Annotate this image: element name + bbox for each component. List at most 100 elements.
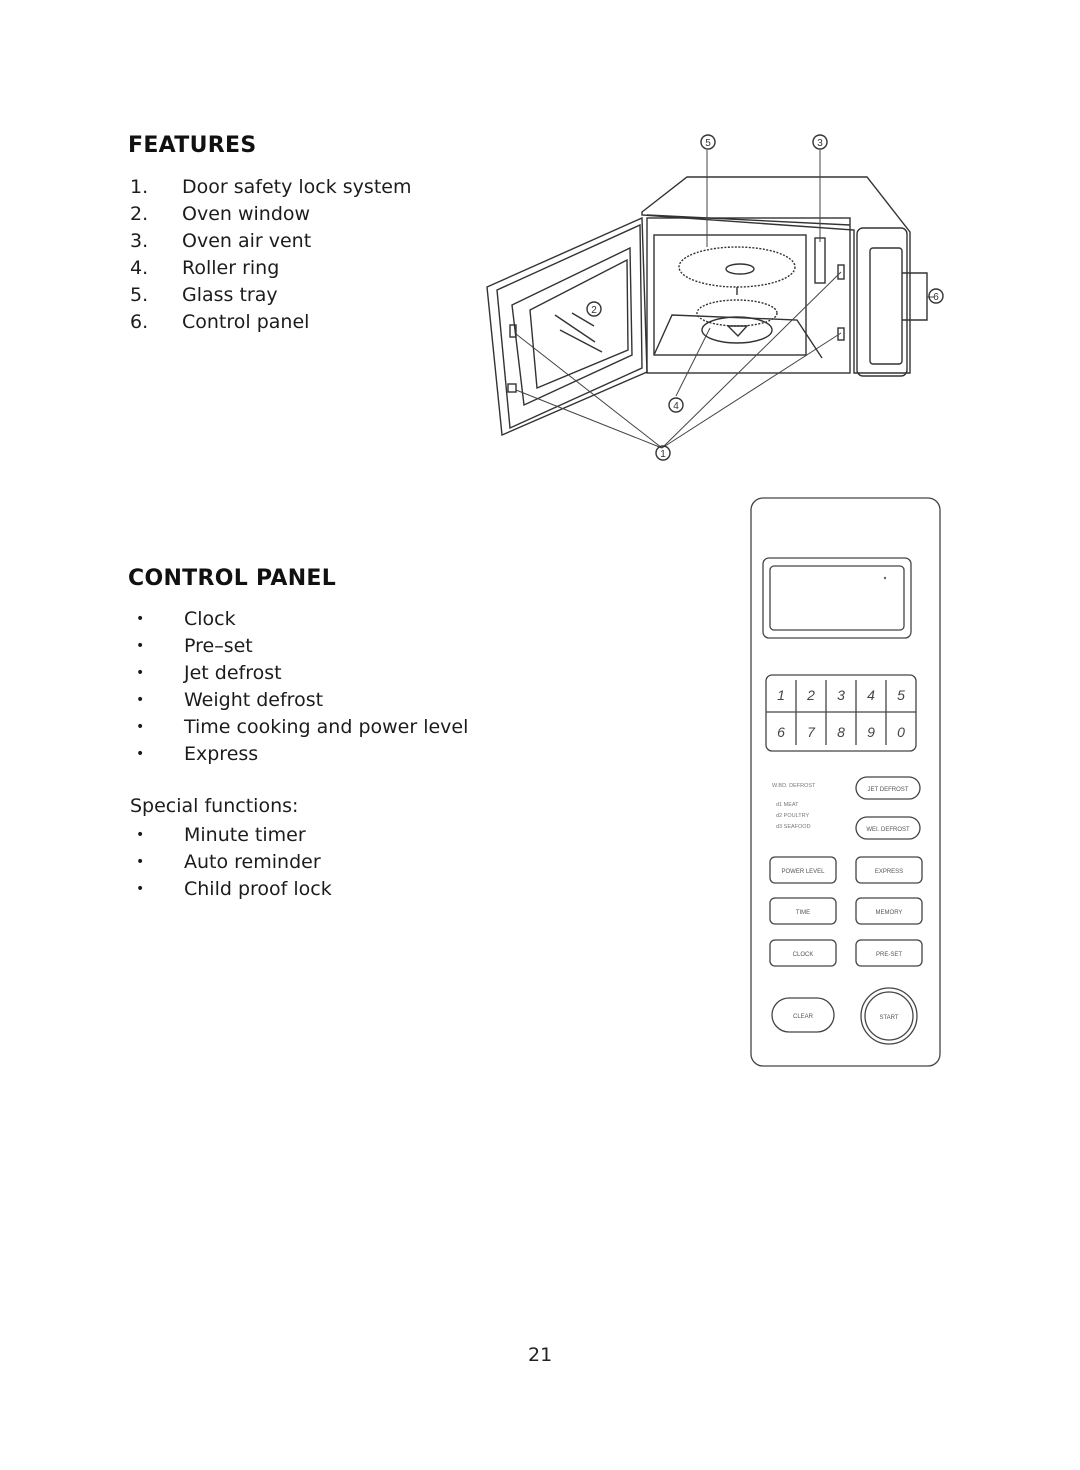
- display-screen: [769, 565, 905, 631]
- svg-text:CLEAR: CLEAR: [793, 1014, 814, 1020]
- feature-label: Oven air vent: [182, 230, 312, 252]
- control-label: Time cooking and power level: [184, 716, 469, 738]
- keypad-key-8: 8: [837, 724, 845, 740]
- oven-window: [529, 258, 629, 390]
- callout-2: 2: [586, 301, 602, 317]
- callout-5: 5: [700, 134, 716, 150]
- item-number: 2.: [130, 203, 149, 225]
- control-panel-heading: CONTROL PANEL: [128, 566, 337, 591]
- control-label: Weight defrost: [184, 689, 324, 711]
- defrost-option: d1 MEAT: [776, 802, 799, 808]
- svg-text:2: 2: [591, 305, 597, 316]
- features-list: 1. Door safety lock system 2. Oven window …: [130, 174, 411, 336]
- control-label: Pre–set: [184, 635, 253, 657]
- defrost-option: d2 POULTRY: [776, 813, 809, 819]
- bullet: •: [136, 881, 145, 897]
- svg-text:TIME: TIME: [796, 910, 810, 916]
- keypad-key-1: 1: [777, 687, 785, 703]
- feature-label: Door safety lock system: [182, 176, 412, 198]
- keypad-key-4: 4: [867, 687, 875, 703]
- clear-button: CLEAR: [771, 997, 835, 1033]
- keypad-key-0: 0: [897, 724, 905, 740]
- bullet: •: [136, 611, 145, 627]
- special-item: • Auto reminder: [132, 849, 332, 876]
- panel-outline: [750, 497, 941, 1067]
- control-item: • Clock: [132, 606, 468, 633]
- feature-label: Roller ring: [182, 257, 280, 279]
- page-number: 21: [528, 1344, 553, 1366]
- defrost-option: d3 SEAFOOD: [776, 824, 811, 830]
- bullet: •: [136, 638, 145, 654]
- svg-text:5: 5: [705, 138, 711, 149]
- start-button: START: [860, 987, 918, 1045]
- feature-label: Control panel: [182, 311, 310, 333]
- jet-defrost-button: JET DEFROST: [855, 776, 921, 800]
- svg-text:CLOCK: CLOCK: [793, 952, 814, 958]
- keypad-key-2: 2: [806, 687, 815, 703]
- bullet: •: [136, 827, 145, 843]
- callout-4: 4: [668, 397, 684, 413]
- feature-item: 4. Roller ring: [130, 255, 411, 282]
- air-vent: [814, 237, 826, 284]
- feature-item: 2. Oven window: [130, 201, 411, 228]
- special-functions-label: Special functions:: [130, 795, 299, 817]
- control-item: • Weight defrost: [132, 687, 468, 714]
- display-frame: [762, 557, 912, 639]
- control-label: Express: [184, 743, 259, 765]
- control-panel-diagram: 1 2 3 4 5 6 7 8 9 0 W.BD. DEFROST d1 MEAT d2 POUL…: [750, 497, 941, 1067]
- keypad-key-9: 9: [867, 724, 875, 740]
- svg-text:3: 3: [817, 138, 823, 149]
- svg-text:WEI. DEFROST: WEI. DEFROST: [866, 827, 910, 833]
- door-hook-lower: [507, 383, 517, 393]
- item-number: 4.: [130, 257, 149, 279]
- special-label: Child proof lock: [184, 878, 332, 900]
- weight-defrost-title: W.BD. DEFROST: [772, 783, 816, 789]
- pre-set-button: PRE-SET: [855, 939, 923, 967]
- svg-text:4: 4: [673, 401, 679, 412]
- control-panel-list: • Clock • Pre–set • Jet defrost • Weight def…: [132, 606, 468, 768]
- control-item: • Express: [132, 741, 468, 768]
- memory-button: MEMORY: [855, 897, 923, 925]
- item-number: 5.: [130, 284, 149, 306]
- control-label: Clock: [184, 608, 236, 630]
- bullet: •: [136, 746, 145, 762]
- special-label: Auto reminder: [184, 851, 321, 873]
- microwave-oven-diagram: 5 3 2 6 4 1: [486, 134, 944, 461]
- clock-button: CLOCK: [769, 939, 837, 967]
- express-button: EXPRESS: [855, 856, 923, 884]
- control-item: • Pre–set: [132, 633, 468, 660]
- item-number: 6.: [130, 311, 149, 333]
- svg-text:6: 6: [933, 292, 939, 303]
- time-button: TIME: [769, 897, 837, 925]
- feature-label: Oven window: [182, 203, 311, 225]
- bullet: •: [136, 665, 145, 681]
- power-level-button: POWER LEVEL: [769, 856, 837, 884]
- svg-text:PRE-SET: PRE-SET: [876, 952, 902, 958]
- feature-item: 5. Glass tray: [130, 282, 411, 309]
- special-item: • Child proof lock: [132, 876, 332, 903]
- special-item: • Minute timer: [132, 822, 332, 849]
- keypad-key-5: 5: [897, 687, 905, 703]
- control-label: Jet defrost: [184, 662, 282, 684]
- special-functions-list: • Minute timer • Auto reminder • Child proo…: [132, 822, 332, 903]
- keypad-key-3: 3: [837, 687, 845, 703]
- control-panel-outline: [856, 227, 908, 377]
- bullet: •: [136, 692, 145, 708]
- svg-text:EXPRESS: EXPRESS: [875, 869, 903, 875]
- svg-text:POWER LEVEL: POWER LEVEL: [781, 869, 825, 875]
- features-heading: FEATURES: [128, 133, 257, 158]
- callout-3: 3: [812, 134, 828, 150]
- item-number: 1.: [130, 176, 149, 198]
- callout-6: 6: [928, 288, 944, 304]
- control-item: • Jet defrost: [132, 660, 468, 687]
- bullet: •: [136, 854, 145, 870]
- feature-label: Glass tray: [182, 284, 278, 306]
- feature-item: 3. Oven air vent: [130, 228, 411, 255]
- keypad-key-7: 7: [807, 724, 816, 740]
- svg-text:1: 1: [660, 449, 666, 460]
- keypad-key-6: 6: [777, 724, 785, 740]
- special-label: Minute timer: [184, 824, 306, 846]
- bullet: •: [136, 719, 145, 735]
- svg-text:MEMORY: MEMORY: [876, 910, 903, 916]
- feature-item: 6. Control panel: [130, 309, 411, 336]
